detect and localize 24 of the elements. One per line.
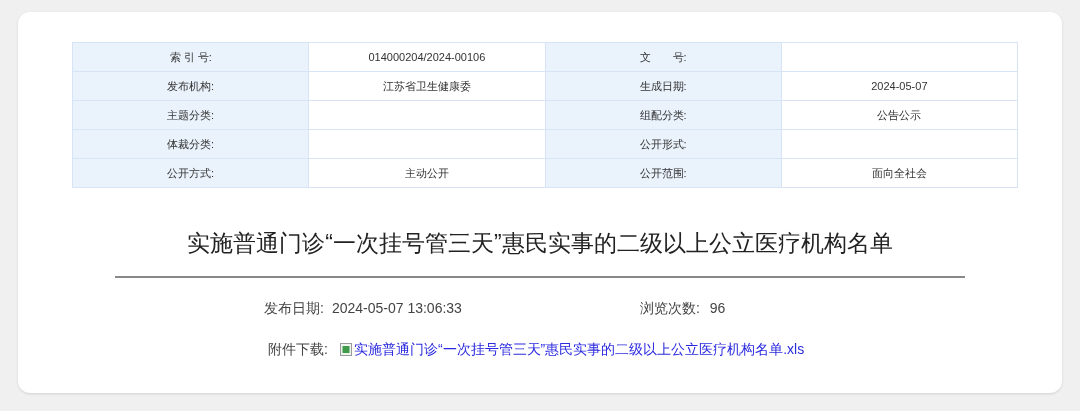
attachment-link[interactable]: 实施普通门诊“一次挂号管三天”惠民实事的二级以上公立医疗机构名单.xls xyxy=(353,338,805,360)
field-label: 组配分类: xyxy=(545,100,782,130)
field-label: 文 号: xyxy=(545,42,782,72)
field-label: 公开范围: xyxy=(545,158,782,188)
field-label: 主题分类: xyxy=(72,100,309,130)
field-value: 江苏省卫生健康委 xyxy=(308,71,545,101)
view-count-value: 96 xyxy=(709,298,726,318)
field-label: 生成日期: xyxy=(545,71,782,101)
field-value: 主动公开 xyxy=(308,158,545,188)
field-label: 发布机构: xyxy=(72,71,309,101)
field-value: 面向全社会 xyxy=(781,158,1018,188)
publish-date-value: 2024-05-07 13:06:33 xyxy=(331,298,463,318)
field-label: 公开方式: xyxy=(72,158,309,188)
field-label: 体裁分类: xyxy=(72,129,309,159)
field-label: 公开形式: xyxy=(545,129,782,159)
spreadsheet-icon xyxy=(339,342,352,356)
publish-date-label: 发布日期: xyxy=(264,298,324,318)
page-title: 实施普通门诊“一次挂号管三天”惠民实事的二级以上公立医疗机构名单 xyxy=(186,229,894,258)
field-value: 2024-05-07 xyxy=(781,71,1018,101)
view-count-label: 浏览次数: xyxy=(639,298,700,318)
attachment-label: 附件下载: xyxy=(268,339,328,359)
field-value: 公告公示 xyxy=(781,100,1018,130)
field-value: 014000204/2024-00106 xyxy=(308,42,545,72)
field-label: 索 引 号: xyxy=(72,42,309,72)
